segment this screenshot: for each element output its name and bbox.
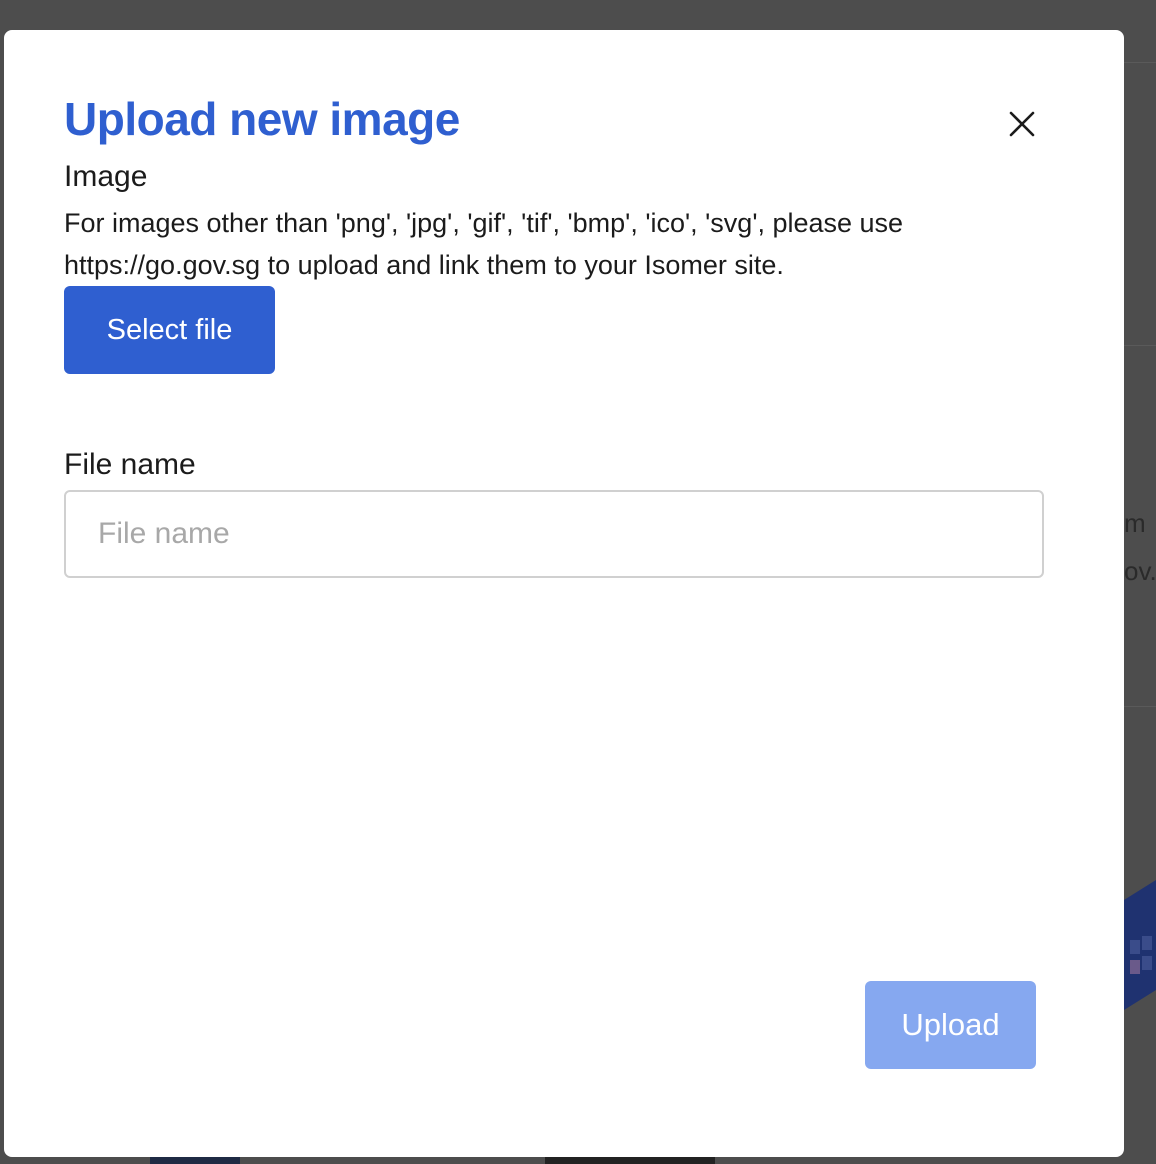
file-name-input[interactable] [64,490,1044,578]
close-button[interactable] [998,100,1046,148]
image-help-text: For images other than 'png', 'jpg', 'gif… [64,208,904,280]
image-label: Image [64,160,148,193]
close-icon [1009,111,1035,137]
upload-button[interactable]: Upload [865,981,1036,1069]
background-text-fragment: ov. [1124,556,1156,586]
file-name-label: File name [64,448,196,481]
upload-image-modal: Upload new image Image For images other … [4,30,1124,1157]
modal-title: Upload new image [64,93,460,145]
background-illustration [1124,880,1156,1010]
select-file-button[interactable]: Select file [64,286,275,374]
background-text-fragment: m [1124,508,1146,538]
